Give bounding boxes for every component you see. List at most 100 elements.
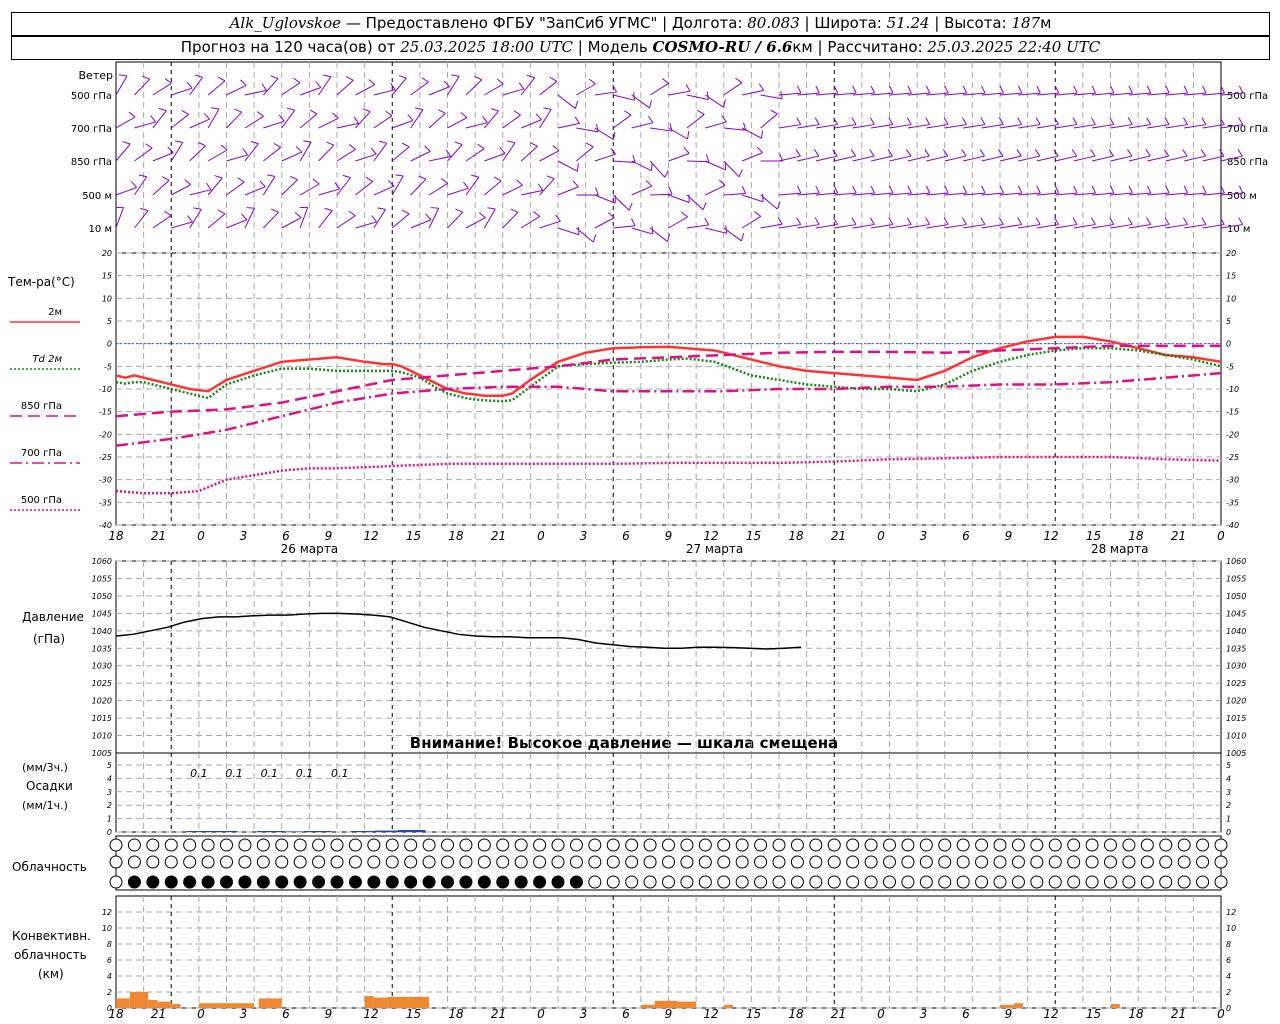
pressure-tick-right: 1005: [1226, 749, 1246, 758]
conv-bar: [217, 1003, 255, 1008]
wind-barb-flag: [401, 209, 410, 215]
hour-tick-bottom: 6: [282, 1007, 290, 1021]
cloud-symbol: [533, 875, 547, 889]
cloud-symbol: [496, 838, 510, 852]
cloud-symbol: [938, 875, 952, 889]
wind-barb-flag: [309, 109, 318, 115]
wind-barb-flag: [832, 149, 838, 157]
cloud-symbol: [1085, 875, 1099, 889]
hour-tick-bottom: 9: [1005, 1007, 1013, 1021]
cloud-symbol: [662, 875, 675, 889]
wind-barb: [705, 160, 726, 171]
wind-barb: [152, 152, 174, 162]
wind-barb: [999, 124, 1022, 129]
wind-barb: [428, 155, 451, 162]
wind-barb-flag: [647, 115, 654, 123]
wind-barb-flag: [869, 117, 875, 125]
conv-tick-right: 4: [1226, 972, 1231, 981]
wind-barb: [557, 94, 576, 109]
wind-barb-flag: [756, 146, 763, 154]
cloud-symbol: [901, 855, 915, 869]
wind-barb: [1110, 155, 1133, 162]
wind-barb-flag: [205, 182, 212, 190]
wind-barb-flag: [217, 76, 226, 82]
wind-barb-flag: [181, 109, 189, 115]
cloud-symbol: [1011, 838, 1025, 852]
wind-barb: [999, 155, 1022, 162]
cloud-symbol: [643, 855, 657, 869]
wind-barb: [244, 208, 256, 229]
wind-barb: [944, 155, 967, 162]
cloud-symbol: [1122, 875, 1136, 889]
hour-tick-top: 3: [580, 529, 588, 543]
wind-barb-flag: [1200, 149, 1207, 157]
wind-barb-flag: [430, 207, 439, 209]
conv-bar: [171, 1004, 181, 1008]
wind-barb: [262, 211, 279, 229]
wind-barb-flag: [697, 109, 705, 115]
wind-barb: [170, 114, 189, 129]
hour-tick-top: 3: [240, 529, 248, 543]
cloud-symbol: [827, 855, 841, 869]
wind-barb: [318, 210, 333, 229]
wind-barb-flag: [1036, 85, 1041, 94]
hour-tick-top: 18: [1128, 529, 1144, 543]
wind-barb: [1184, 155, 1206, 162]
precip-tick-left: 0: [107, 828, 112, 837]
wind-barb: [189, 189, 212, 196]
wind-barb: [428, 208, 440, 229]
conv-tick-left: 8: [107, 940, 112, 949]
wind-barb: [686, 94, 709, 101]
wind-barb-flag: [852, 85, 857, 94]
cloud-symbol: [1140, 855, 1154, 869]
wind-barb-flag: [477, 143, 485, 150]
wind-barb: [281, 82, 301, 96]
wind-barb: [539, 150, 560, 162]
wind-barb-flag: [286, 107, 295, 111]
cloud-symbol: [569, 855, 583, 869]
wind-barb: [612, 114, 632, 129]
hour-tick-bottom: 6: [962, 1007, 970, 1021]
wind-barb: [778, 155, 801, 162]
temp-tick-left: -35: [99, 498, 112, 507]
wind-barb-flag: [1034, 149, 1041, 157]
cloud-symbol: [127, 855, 141, 869]
wind-level-label-left: 10 м: [89, 224, 112, 235]
wind-barb-flag: [131, 181, 138, 188]
wind-barb: [502, 114, 521, 129]
cloud-symbol: [533, 838, 547, 852]
wind-barb-flag: [1108, 149, 1114, 157]
wind-barb-flag: [961, 149, 967, 157]
wind-barb: [668, 127, 688, 140]
hour-tick-top: 21: [151, 529, 166, 543]
hour-tick-top: 18: [788, 529, 804, 543]
conv-tick-left: 10: [102, 924, 112, 933]
wind-barb-flag: [415, 107, 424, 111]
wind-barb-flag: [851, 217, 857, 225]
wind-barb: [557, 186, 579, 196]
precip-unit1: (мм/1ч.): [22, 799, 68, 812]
wind-barb-flag: [462, 181, 469, 189]
wind-barb-flag: [1072, 217, 1078, 225]
wind-barb-flag: [303, 140, 312, 143]
wind-barb-flag: [348, 210, 356, 217]
cloud-symbol: [330, 875, 344, 889]
wind-barb: [299, 113, 318, 129]
cloud-symbol: [312, 875, 326, 889]
cloud-symbol: [496, 855, 510, 869]
wind-barb: [244, 143, 259, 162]
wind-barb-flag: [796, 85, 802, 94]
hour-tick-top: 9: [1005, 529, 1013, 543]
temp-tick-right: 0: [1226, 340, 1231, 349]
cloud-symbol: [1214, 855, 1228, 869]
hour-tick-bottom: 15: [406, 1007, 421, 1021]
wind-barb-flag: [158, 107, 167, 112]
wind-barb: [520, 77, 536, 96]
wind-barb-flag: [1237, 149, 1243, 157]
wind-barb: [502, 184, 523, 196]
wind-barb: [797, 224, 820, 229]
wind-barb-flag: [796, 117, 802, 125]
hour-tick-bottom: 12: [1043, 1007, 1058, 1021]
legend-label: 700 гПа: [21, 448, 62, 459]
hour-tick-top: 12: [703, 529, 718, 543]
